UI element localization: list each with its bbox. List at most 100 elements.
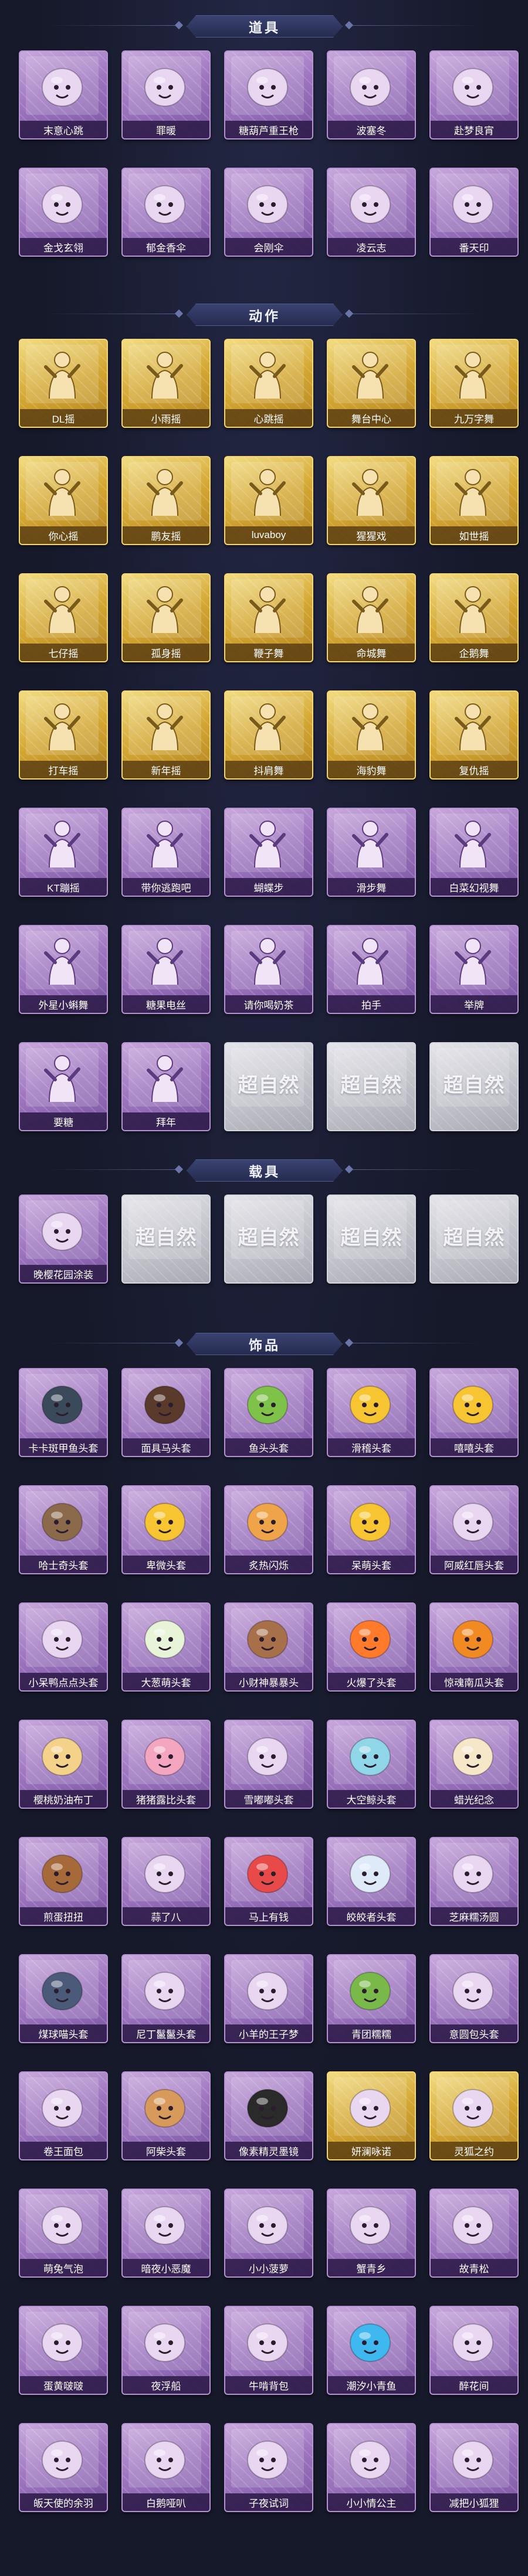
- item-card[interactable]: 小羊的王子梦: [224, 1954, 313, 2043]
- item-card[interactable]: 小呆鸭点点头套: [19, 1602, 108, 1692]
- item-card[interactable]: 鱼头头套: [224, 1368, 313, 1457]
- item-card[interactable]: 大葱萌头套: [121, 1602, 211, 1692]
- item-card[interactable]: 滑稽头套: [327, 1368, 416, 1457]
- item-card[interactable]: 拜年: [121, 1042, 211, 1131]
- item-card[interactable]: 蛋黄啵啵: [19, 2306, 108, 2395]
- item-card[interactable]: 小小菠萝: [224, 2189, 313, 2278]
- item-card[interactable]: 皈天使的余羽: [19, 2423, 108, 2512]
- item-card[interactable]: 炙热闪烁: [224, 1485, 313, 1574]
- item-card[interactable]: 超自然: [121, 1195, 211, 1284]
- item-card[interactable]: 孤身摇: [121, 573, 211, 662]
- item-card[interactable]: luvaboy: [224, 456, 313, 545]
- item-card[interactable]: 超自然: [327, 1195, 416, 1284]
- item-card[interactable]: 糖葫芦重王枪: [224, 50, 313, 139]
- item-card[interactable]: 煎蛋扭扭: [19, 1837, 108, 1926]
- item-card[interactable]: 番天印: [429, 168, 519, 257]
- item-card[interactable]: KT蹦摇: [19, 808, 108, 897]
- item-card[interactable]: 尼丁鬣鬣头套: [121, 1954, 211, 2043]
- item-card[interactable]: 罪暖: [121, 50, 211, 139]
- item-card[interactable]: 萌兔气泡: [19, 2189, 108, 2278]
- item-card[interactable]: 赴梦良宵: [429, 50, 519, 139]
- item-card[interactable]: 芝麻糯汤圆: [429, 1837, 519, 1926]
- item-card[interactable]: 猩猩戏: [327, 456, 416, 545]
- item-card[interactable]: 请你喝奶茶: [224, 925, 313, 1014]
- item-card[interactable]: 小雨摇: [121, 339, 211, 428]
- item-card[interactable]: 金戈玄翎: [19, 168, 108, 257]
- item-card[interactable]: 郁金香伞: [121, 168, 211, 257]
- item-card[interactable]: 超自然: [429, 1042, 519, 1131]
- item-card[interactable]: DL摇: [19, 339, 108, 428]
- item-card[interactable]: 九万字舞: [429, 339, 519, 428]
- item-card[interactable]: 滑步舞: [327, 808, 416, 897]
- item-card[interactable]: 命城舞: [327, 573, 416, 662]
- item-card[interactable]: 七仔摇: [19, 573, 108, 662]
- item-card[interactable]: 超自然: [224, 1042, 313, 1131]
- item-card[interactable]: 白鹅哑叭: [121, 2423, 211, 2512]
- item-card[interactable]: 波塞冬: [327, 50, 416, 139]
- item-card[interactable]: 猪猪露比头套: [121, 1720, 211, 1809]
- item-card[interactable]: 海豹舞: [327, 690, 416, 780]
- item-card[interactable]: 抖肩舞: [224, 690, 313, 780]
- item-card[interactable]: 鹏友摇: [121, 456, 211, 545]
- item-card[interactable]: 舞台中心: [327, 339, 416, 428]
- item-card[interactable]: 蝴蝶步: [224, 808, 313, 897]
- item-card[interactable]: 小小情公主: [327, 2423, 416, 2512]
- item-card[interactable]: 打车摇: [19, 690, 108, 780]
- item-card[interactable]: 要糖: [19, 1042, 108, 1131]
- item-card[interactable]: 复仇摇: [429, 690, 519, 780]
- item-card[interactable]: 企鹅舞: [429, 573, 519, 662]
- item-card[interactable]: 心跳摇: [224, 339, 313, 428]
- item-card[interactable]: 鞭子舞: [224, 573, 313, 662]
- item-card[interactable]: 大空鲸头套: [327, 1720, 416, 1809]
- item-card[interactable]: 火爆了头套: [327, 1602, 416, 1692]
- item-card[interactable]: 糖果电丝: [121, 925, 211, 1014]
- item-card[interactable]: 卡卡斑甲鱼头套: [19, 1368, 108, 1457]
- item-card[interactable]: 皎皎者头套: [327, 1837, 416, 1926]
- item-card[interactable]: 夜浮船: [121, 2306, 211, 2395]
- item-card[interactable]: 面具马头套: [121, 1368, 211, 1457]
- item-card[interactable]: 减把小狐狸: [429, 2423, 519, 2512]
- item-card[interactable]: 潮汐小青鱼: [327, 2306, 416, 2395]
- item-card[interactable]: 蟹青乡: [327, 2189, 416, 2278]
- item-card[interactable]: 晚樱花园涂装: [19, 1195, 108, 1284]
- item-card[interactable]: 卷王面包: [19, 2071, 108, 2160]
- item-card[interactable]: 煤球喵头套: [19, 1954, 108, 2043]
- item-card[interactable]: 会刚伞: [224, 168, 313, 257]
- item-card[interactable]: 外星小蝌舞: [19, 925, 108, 1014]
- item-card[interactable]: 末意心跳: [19, 50, 108, 139]
- item-card[interactable]: 雪嘟嘟头套: [224, 1720, 313, 1809]
- item-card[interactable]: 阿柴头套: [121, 2071, 211, 2160]
- item-card[interactable]: 阿威红唇头套: [429, 1485, 519, 1574]
- item-card[interactable]: 蜡光纪念: [429, 1720, 519, 1809]
- item-card[interactable]: 灵狐之约: [429, 2071, 519, 2160]
- item-card[interactable]: 像素精灵墨镜: [224, 2071, 313, 2160]
- item-card[interactable]: 子夜试词: [224, 2423, 313, 2512]
- item-card[interactable]: 拍手: [327, 925, 416, 1014]
- item-card[interactable]: 故青松: [429, 2189, 519, 2278]
- item-card[interactable]: 牛啃背包: [224, 2306, 313, 2395]
- item-card[interactable]: 暗夜小恶魔: [121, 2189, 211, 2278]
- item-card[interactable]: 马上有钱: [224, 1837, 313, 1926]
- item-card[interactable]: 如世摇: [429, 456, 519, 545]
- item-card[interactable]: 卑微头套: [121, 1485, 211, 1574]
- item-card[interactable]: 凌云志: [327, 168, 416, 257]
- item-card[interactable]: 醉花间: [429, 2306, 519, 2395]
- item-card[interactable]: 哈士奇头套: [19, 1485, 108, 1574]
- item-card[interactable]: 嘻嘻头套: [429, 1368, 519, 1457]
- item-card[interactable]: 你心摇: [19, 456, 108, 545]
- item-card[interactable]: 超自然: [224, 1195, 313, 1284]
- item-card[interactable]: 白菜幻视舞: [429, 808, 519, 897]
- item-card[interactable]: 樱桃奶油布丁: [19, 1720, 108, 1809]
- item-card[interactable]: 妍澜咏诺: [327, 2071, 416, 2160]
- item-card[interactable]: 超自然: [327, 1042, 416, 1131]
- item-card[interactable]: 超自然: [429, 1195, 519, 1284]
- item-card[interactable]: 惊魂南瓜头套: [429, 1602, 519, 1692]
- item-card[interactable]: 呆萌头套: [327, 1485, 416, 1574]
- item-card[interactable]: 新年摇: [121, 690, 211, 780]
- item-card[interactable]: 青团糯糯: [327, 1954, 416, 2043]
- item-card[interactable]: 小财神暴暴头: [224, 1602, 313, 1692]
- item-card[interactable]: 意圆包头套: [429, 1954, 519, 2043]
- item-card[interactable]: 举牌: [429, 925, 519, 1014]
- item-card[interactable]: 带你逃跑吧: [121, 808, 211, 897]
- item-card[interactable]: 蒜了八: [121, 1837, 211, 1926]
